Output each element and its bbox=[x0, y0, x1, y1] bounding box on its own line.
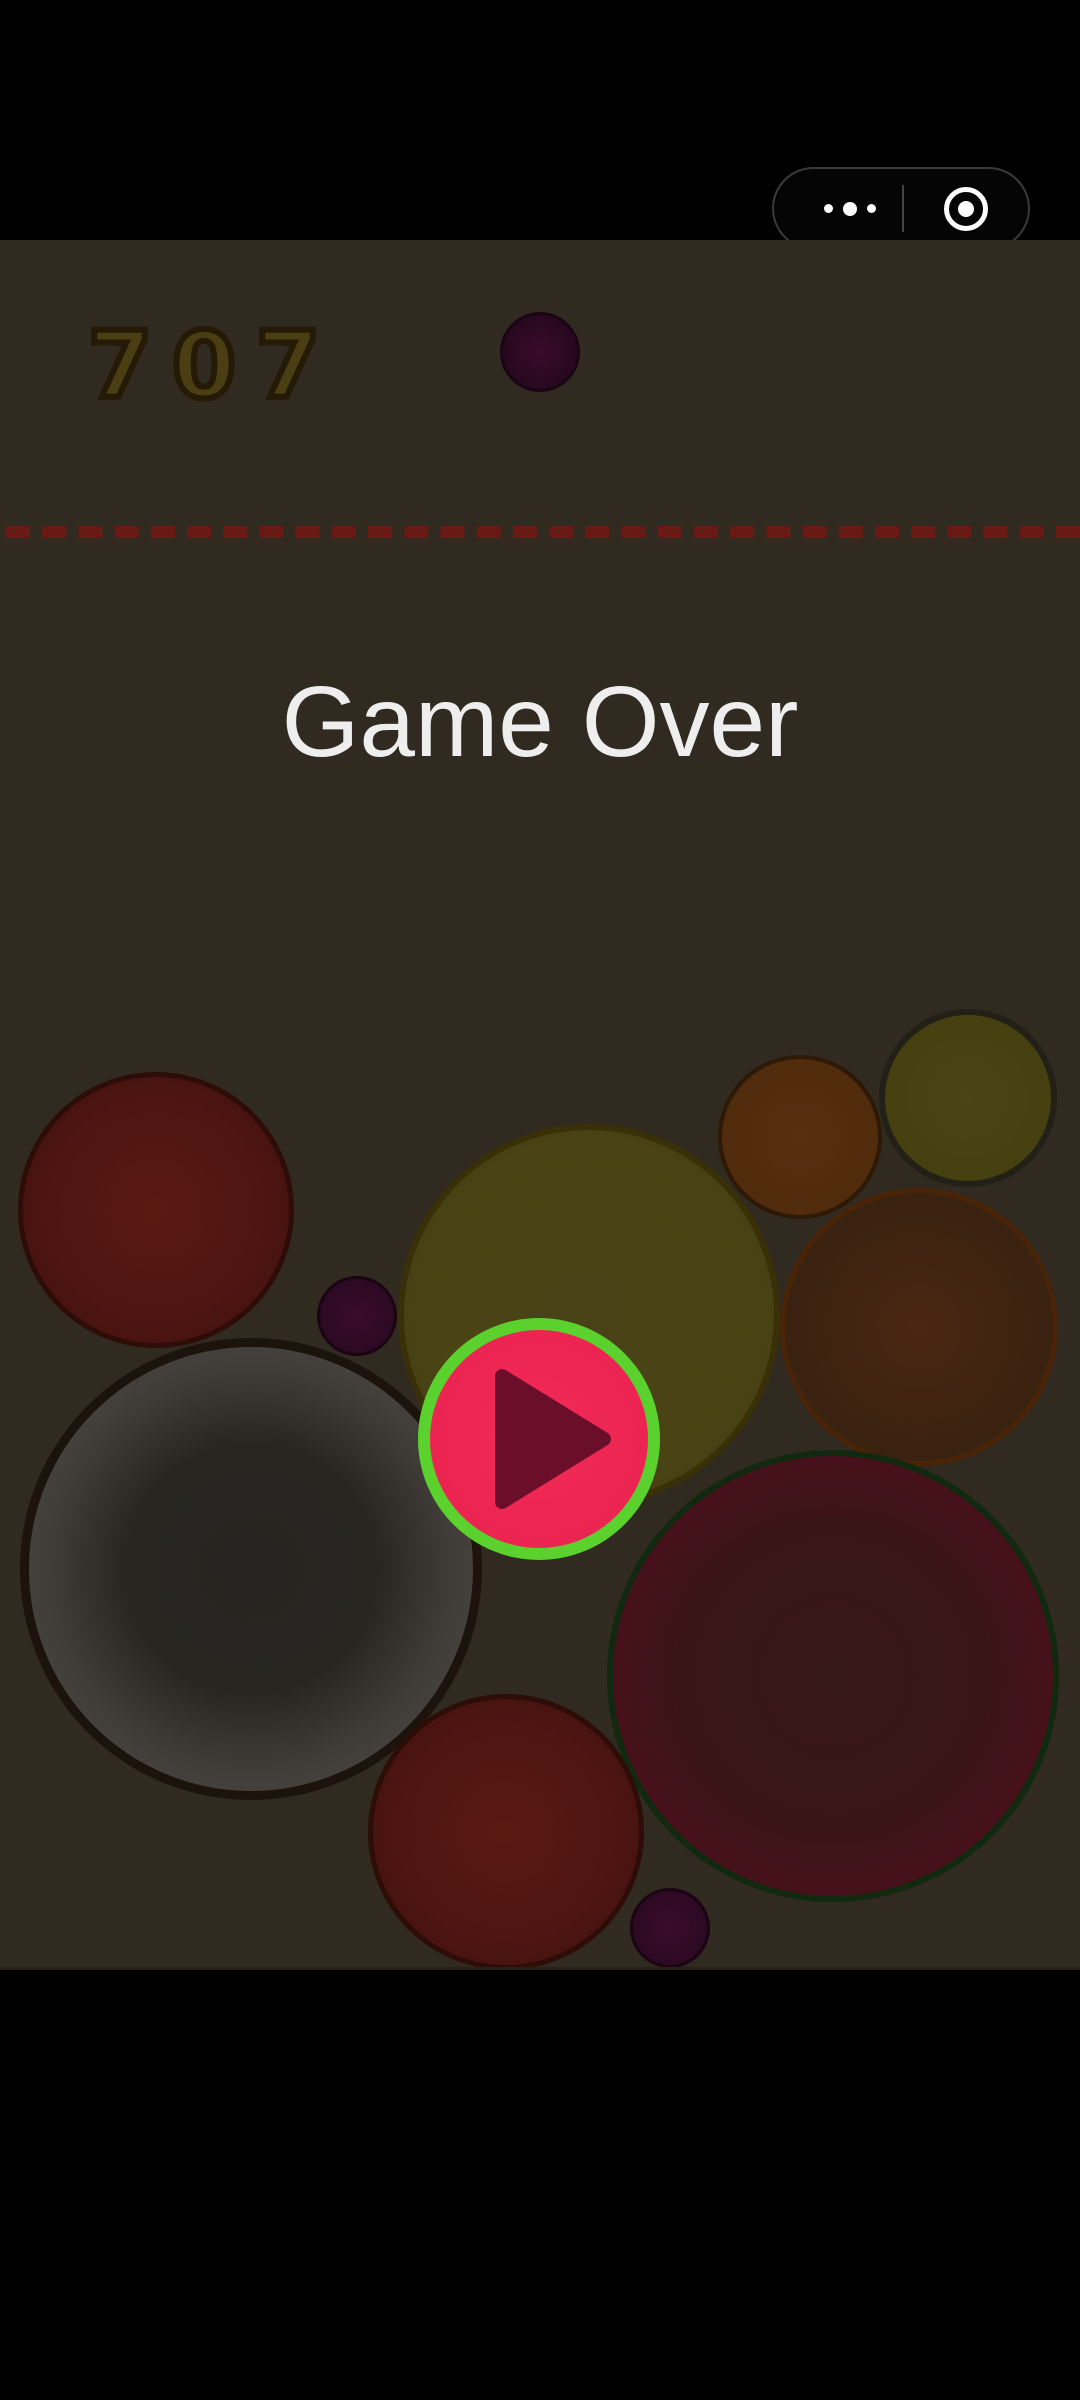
next-fruit-grape bbox=[500, 312, 580, 392]
fruit-orange bbox=[718, 1055, 882, 1219]
close-circle-icon[interactable] bbox=[944, 187, 988, 231]
bottom-bar bbox=[0, 2160, 1080, 2400]
mini-program-capsule bbox=[772, 167, 1030, 250]
ground-edge bbox=[0, 1967, 1080, 1970]
fruit-watermelon bbox=[607, 1450, 1059, 1902]
more-dots-icon[interactable] bbox=[800, 169, 900, 248]
fruit-grape bbox=[317, 1276, 397, 1356]
fruit-grape bbox=[630, 1888, 710, 1968]
game-board: 707 Game Over bbox=[0, 240, 1080, 1970]
play-icon bbox=[495, 1369, 611, 1509]
restart-play-button[interactable] bbox=[418, 1318, 660, 1560]
fruit-peach bbox=[780, 1188, 1058, 1466]
fruit-lemon bbox=[879, 1009, 1057, 1187]
danger-line bbox=[6, 526, 1080, 538]
fruit-tomato bbox=[18, 1072, 294, 1348]
capsule-divider bbox=[902, 185, 904, 232]
game-over-title: Game Over bbox=[281, 666, 799, 778]
score-display: 707 bbox=[85, 309, 341, 422]
fruit-tomato bbox=[368, 1694, 644, 1970]
